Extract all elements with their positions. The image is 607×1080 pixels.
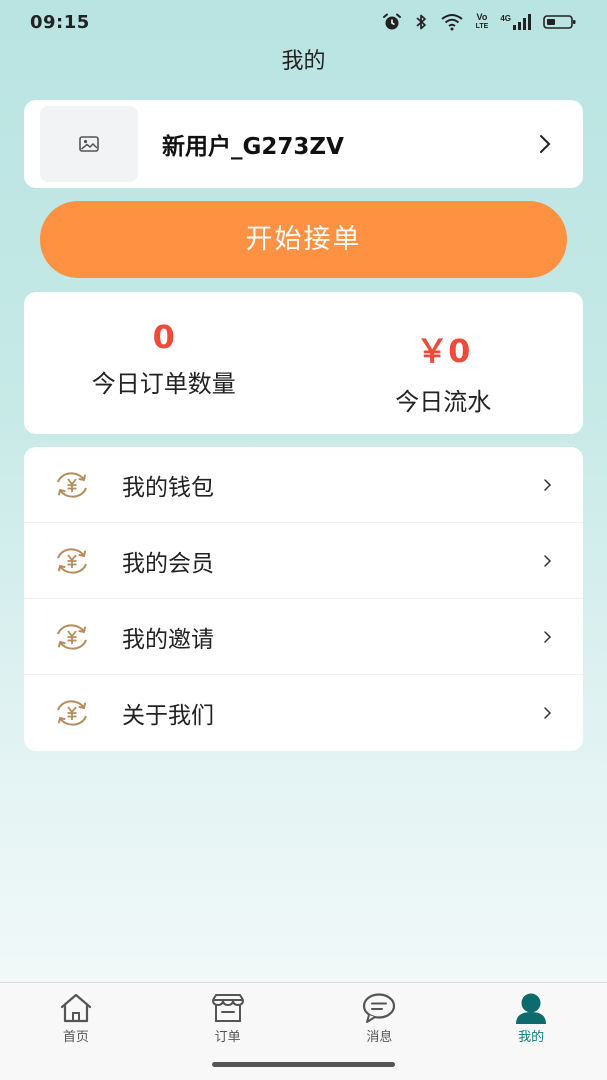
- store-icon: [211, 994, 244, 1022]
- status-time: 09:15: [30, 11, 90, 33]
- revenue-today-value: ￥0: [416, 332, 471, 370]
- yuan-exchange-icon: [57, 623, 87, 650]
- menu-item-label: 我的邀请: [122, 626, 214, 653]
- tab-profile[interactable]: 我的: [455, 983, 607, 1080]
- chevron-right-icon: [544, 630, 552, 643]
- network-text: 4G: [500, 14, 511, 23]
- avatar[interactable]: [40, 106, 138, 182]
- start-accepting-orders-button[interactable]: 开始接单: [40, 201, 567, 278]
- home-indicator[interactable]: [212, 1062, 395, 1067]
- menu-item-label: 关于我们: [122, 703, 214, 729]
- signal-4g-icon: 4G: [500, 14, 531, 30]
- tab-label: 首页: [62, 1030, 89, 1045]
- stats-card: 0 今日订单数量 ￥0 今日流水: [24, 292, 583, 434]
- chevron-right-icon[interactable]: [533, 132, 557, 156]
- profile-card[interactable]: 新用户_G273ZV: [24, 100, 583, 188]
- tab-label: 消息: [366, 1030, 393, 1045]
- tab-label: 我的: [518, 1030, 545, 1045]
- yuan-exchange-icon: [57, 700, 87, 726]
- yuan-exchange-icon: [57, 547, 87, 574]
- menu-item-about-us[interactable]: 关于我们: [24, 675, 583, 751]
- yuan-exchange-icon: [57, 471, 87, 498]
- tab-label: 订单: [214, 1030, 241, 1045]
- orders-today-stat: 0 今日订单数量: [24, 292, 304, 434]
- menu-item-membership[interactable]: 我的会员: [24, 523, 583, 599]
- alarm-icon: [382, 13, 401, 30]
- status-bar: 09:15 Vo LTE 4G: [0, 0, 607, 44]
- page-title: 我的: [281, 49, 326, 74]
- menu-item-invitations[interactable]: 我的邀请: [24, 599, 583, 675]
- menu-item-label: 我的会员: [122, 550, 214, 577]
- home-icon: [60, 993, 91, 1023]
- person-icon: [516, 993, 547, 1024]
- menu-item-wallet[interactable]: 我的钱包: [24, 447, 583, 523]
- chevron-right-icon: [544, 554, 552, 567]
- tab-home[interactable]: 首页: [0, 983, 152, 1080]
- revenue-today-label: 今日流水: [395, 388, 492, 416]
- chevron-right-icon: [544, 478, 552, 491]
- wifi-icon: [441, 14, 463, 31]
- chevron-right-icon: [544, 707, 552, 719]
- chat-icon: [363, 993, 396, 1023]
- username: 新用户_G273ZV: [162, 134, 344, 160]
- menu-card: 我的钱包 我的会员 我的邀请 关于我们: [24, 447, 583, 751]
- volte-icon: Vo LTE: [476, 13, 489, 31]
- menu-item-label: 我的钱包: [122, 474, 214, 501]
- volte-bottom-text: LTE: [475, 23, 489, 30]
- orders-today-value: 0: [152, 318, 175, 356]
- battery-icon: [543, 15, 576, 29]
- bluetooth-icon: [416, 14, 426, 30]
- volte-top-text: Vo: [476, 12, 488, 22]
- status-icons: Vo LTE 4G: [382, 13, 577, 31]
- revenue-today-stat: ￥0 今日流水: [304, 292, 584, 434]
- orders-today-label: 今日订单数量: [91, 370, 236, 398]
- image-placeholder-icon: [79, 136, 99, 152]
